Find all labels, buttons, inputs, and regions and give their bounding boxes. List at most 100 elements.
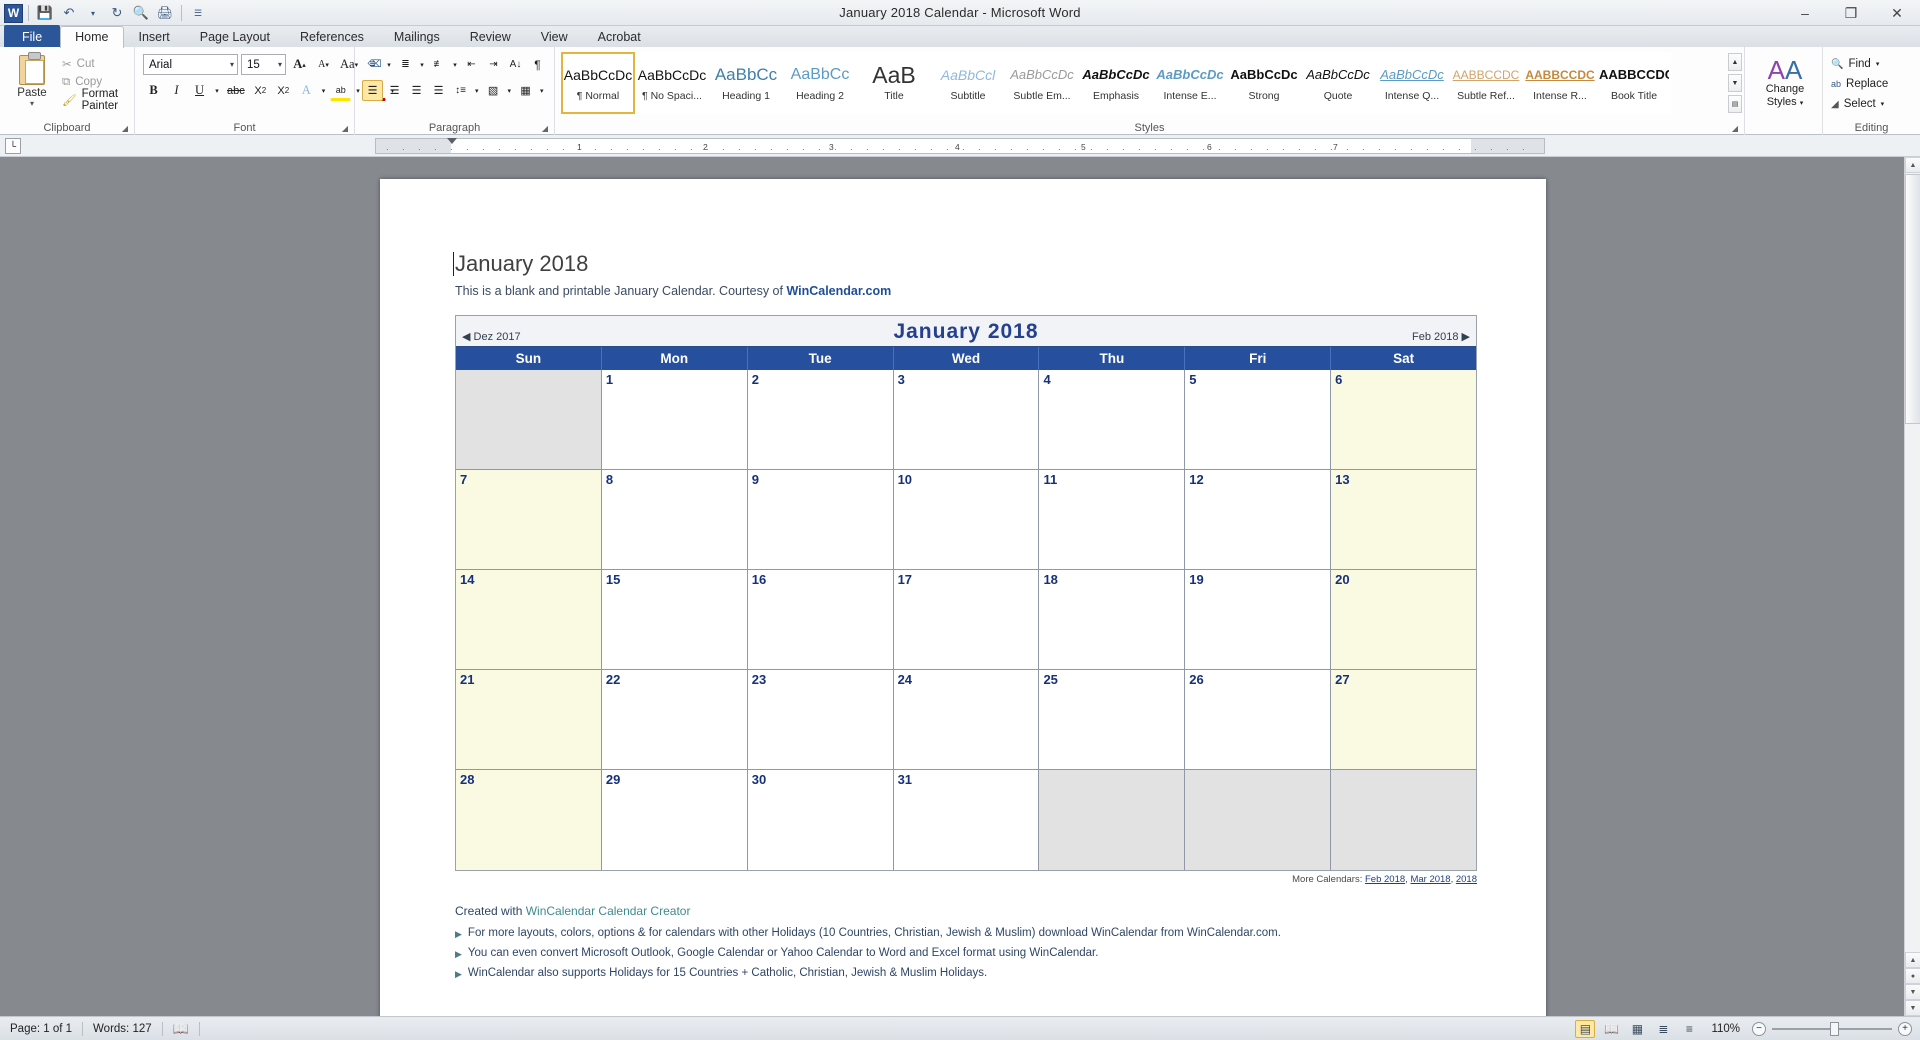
style--normal[interactable]: AaBbCcDc¶ Normal — [561, 52, 635, 114]
proofing-errors-icon[interactable]: 📖 — [163, 1020, 199, 1038]
chevron-down-icon[interactable]: ▾ — [226, 60, 234, 69]
justify-button[interactable]: ☰ — [428, 80, 449, 101]
more-calendar-link-mar[interactable]: Mar 2018 — [1410, 874, 1450, 885]
numbering-dropdown-icon[interactable]: ▾ — [417, 54, 427, 75]
more-calendar-link-year[interactable]: 2018 — [1456, 874, 1477, 885]
more-calendar-link-feb[interactable]: Feb 2018 — [1365, 874, 1405, 885]
document-page[interactable]: January 2018 This is a blank and printab… — [380, 179, 1546, 1016]
show-formatting-marks-button[interactable]: ¶ — [527, 54, 548, 75]
calendar-cell-day[interactable]: 17 — [894, 570, 1040, 670]
style-book-title[interactable]: AABBCCDCBook Title — [1597, 52, 1671, 114]
word-app-logo[interactable]: W — [4, 4, 23, 23]
full-screen-reading-view-button[interactable]: 📖 — [1601, 1020, 1621, 1038]
text-highlight-color-button[interactable]: ab — [330, 80, 351, 101]
print-preview-icon[interactable]: 🔍 — [130, 2, 152, 24]
font-dialog-launcher-icon[interactable]: ◢ — [340, 123, 350, 133]
first-line-indent-marker[interactable] — [447, 138, 457, 144]
subscript-button[interactable]: X2 — [250, 80, 271, 101]
cut-button[interactable]: ✂ Cut — [62, 55, 134, 73]
style-subtle-em[interactable]: AaBbCcDсSubtle Em... — [1005, 52, 1079, 114]
italic-button[interactable]: I — [166, 80, 187, 101]
chevron-down-icon[interactable]: ▾ — [1876, 60, 1880, 68]
calendar-cell-empty[interactable] — [1185, 770, 1331, 870]
font-name-combobox[interactable]: Arial ▾ — [143, 54, 238, 75]
find-button[interactable]: 🔍 Find ▾ — [1827, 54, 1888, 74]
print-layout-view-button[interactable]: ▤ — [1575, 1020, 1595, 1038]
align-right-button[interactable]: ☰ — [406, 80, 427, 101]
zoom-level[interactable]: 110% — [1705, 1023, 1746, 1035]
calendar-cell-day[interactable]: 11 — [1039, 470, 1185, 570]
document-body[interactable]: January 2018 This is a blank and printab… — [455, 251, 1477, 987]
calendar-cell-day[interactable]: 8 — [602, 470, 748, 570]
ribbon-tab-file[interactable]: File — [4, 25, 60, 48]
zoom-slider-thumb[interactable] — [1830, 1022, 1839, 1036]
styles-gallery-scroll[interactable]: ▲ ▼ ▤ — [1728, 53, 1742, 113]
page-indicator[interactable]: Page: 1 of 1 — [0, 1020, 82, 1038]
superscript-button[interactable]: X2 — [273, 80, 294, 101]
grow-font-button[interactable]: A▴ — [289, 54, 310, 75]
shading-button[interactable]: ▧ — [483, 80, 504, 101]
horizontal-ruler[interactable]: 1234567·································… — [375, 138, 1545, 154]
undo-icon[interactable]: ↶ — [58, 2, 80, 24]
ribbon-tab-page-layout[interactable]: Page Layout — [185, 26, 285, 48]
wincalendar-link[interactable]: WinCalendar.com — [786, 284, 891, 298]
customize-qat-icon[interactable]: ☰ — [187, 2, 209, 24]
calendar-cell-day[interactable]: 27 — [1331, 670, 1476, 770]
ribbon-tab-view[interactable]: View — [526, 26, 583, 48]
close-button[interactable]: ✕ — [1874, 0, 1920, 26]
zoom-out-button[interactable]: − — [1752, 1022, 1766, 1036]
numbering-button[interactable]: ≣ — [395, 54, 416, 75]
shading-dropdown-icon[interactable]: ▾ — [505, 80, 515, 101]
styles-scroll-down-icon[interactable]: ▼ — [1728, 74, 1742, 92]
calendar-cell-day[interactable]: 19 — [1185, 570, 1331, 670]
text-effects-dropdown-icon[interactable]: ▾ — [319, 80, 329, 101]
style-subtitle[interactable]: AaBbCclSubtitle — [931, 52, 1005, 114]
undo-dropdown-icon[interactable]: ▾ — [82, 2, 104, 24]
ribbon-tab-home[interactable]: Home — [60, 26, 123, 48]
scroll-bottom-buttons[interactable]: ▲ ● ▼ ▼ — [1905, 952, 1920, 1016]
next-month-link[interactable]: Feb 2018 ▶ — [1412, 330, 1470, 343]
calendar-cell-day[interactable]: 6 — [1331, 370, 1476, 470]
chevron-down-icon[interactable]: ▾ — [274, 60, 282, 69]
calendar-creator-link[interactable]: WinCalendar Calendar Creator — [526, 904, 691, 918]
calendar-cell-day[interactable]: 24 — [894, 670, 1040, 770]
calendar-cell-day[interactable]: 26 — [1185, 670, 1331, 770]
maximize-button[interactable]: ❐ — [1828, 0, 1874, 26]
line-spacing-dropdown-icon[interactable]: ▾ — [472, 80, 482, 101]
calendar-cell-day[interactable]: 2 — [748, 370, 894, 470]
font-size-combobox[interactable]: 15 ▾ — [241, 54, 286, 75]
ribbon-tab-insert[interactable]: Insert — [124, 26, 185, 48]
bullets-dropdown-icon[interactable]: ▾ — [384, 54, 394, 75]
chevron-down-icon[interactable]: ▾ — [1881, 100, 1885, 108]
borders-dropdown-icon[interactable]: ▾ — [537, 80, 547, 101]
format-painter-button[interactable]: 🖌 Format Painter — [62, 91, 134, 109]
styles-gallery-more-icon[interactable]: ▤ — [1728, 95, 1742, 113]
line-spacing-button[interactable]: ↕≡ — [450, 80, 471, 101]
calendar-cell-day[interactable]: 3 — [894, 370, 1040, 470]
ribbon-tab-references[interactable]: References — [285, 26, 379, 48]
draft-view-button[interactable]: ≡ — [1679, 1020, 1699, 1038]
replace-button[interactable]: ab Replace — [1827, 74, 1888, 94]
style-strong[interactable]: AaBbCcDcStrong — [1227, 52, 1301, 114]
calendar-cell-day[interactable]: 14 — [456, 570, 602, 670]
calendar-cell-day[interactable]: 20 — [1331, 570, 1476, 670]
calendar-cell-day[interactable]: 16 — [748, 570, 894, 670]
calendar-cell-day[interactable]: 28 — [456, 770, 602, 870]
paragraph-dialog-launcher-icon[interactable]: ◢ — [540, 123, 550, 133]
zoom-slider[interactable] — [1772, 1022, 1892, 1036]
vertical-scrollbar[interactable]: ▲ ▲ ● ▼ ▼ — [1904, 157, 1920, 1016]
outline-view-button[interactable]: ≣ — [1653, 1020, 1673, 1038]
calendar-cell-day[interactable]: 30 — [748, 770, 894, 870]
shrink-font-button[interactable]: A▾ — [313, 54, 334, 75]
paste-button[interactable]: Paste ▾ — [10, 55, 54, 108]
ribbon-tab-review[interactable]: Review — [455, 26, 526, 48]
calendar-cell-day[interactable]: 12 — [1185, 470, 1331, 570]
style-quote[interactable]: AaBbCcDсQuote — [1301, 52, 1375, 114]
multilevel-list-button[interactable]: ≢ — [428, 54, 449, 75]
ribbon-tab-mailings[interactable]: Mailings — [379, 26, 455, 48]
style-heading-2[interactable]: AaBbCcHeading 2 — [783, 52, 857, 114]
decrease-indent-button[interactable]: ⇤ — [461, 54, 482, 75]
calendar-cell-day[interactable]: 9 — [748, 470, 894, 570]
style-intense-q[interactable]: AaBbCcDсIntense Q... — [1375, 52, 1449, 114]
style--no-spaci[interactable]: AaBbCcDc¶ No Spaci... — [635, 52, 709, 114]
